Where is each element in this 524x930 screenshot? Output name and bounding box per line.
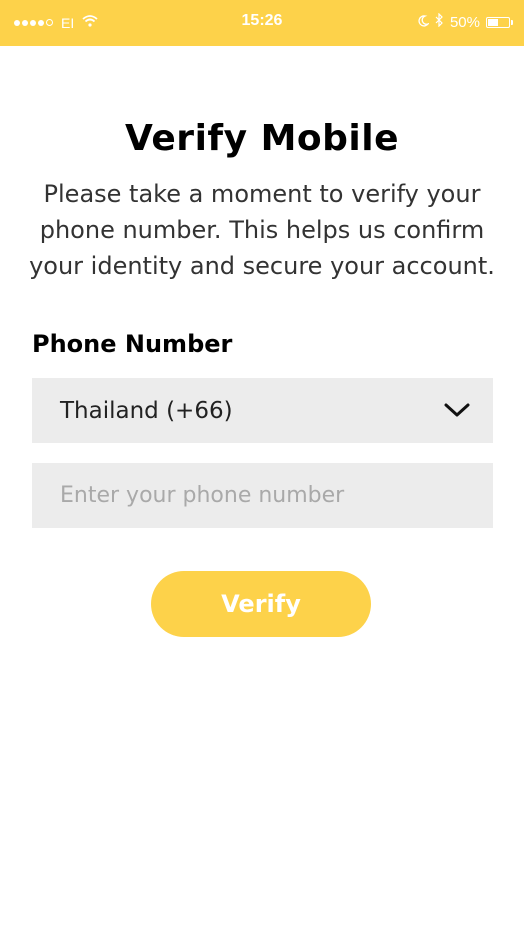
battery-percent: 50% xyxy=(449,13,480,31)
phone-number-input[interactable] xyxy=(32,463,493,528)
verify-button[interactable]: Verify xyxy=(151,571,371,637)
battery-icon xyxy=(486,16,513,28)
country-code-select[interactable]: Thailand (+66) xyxy=(32,378,493,443)
bluetooth-icon xyxy=(435,12,444,31)
status-right: 50% xyxy=(418,12,513,31)
chevron-down-icon xyxy=(443,400,471,420)
page-title: Verify Mobile xyxy=(125,118,399,159)
phone-number-label: Phone Number xyxy=(32,330,233,358)
status-bar: EI 15:26 50% xyxy=(0,0,524,46)
page-description: Please take a moment to verify your phon… xyxy=(29,180,495,280)
country-select-value: Thailand (+66) xyxy=(60,397,233,424)
moon-icon xyxy=(418,14,430,31)
